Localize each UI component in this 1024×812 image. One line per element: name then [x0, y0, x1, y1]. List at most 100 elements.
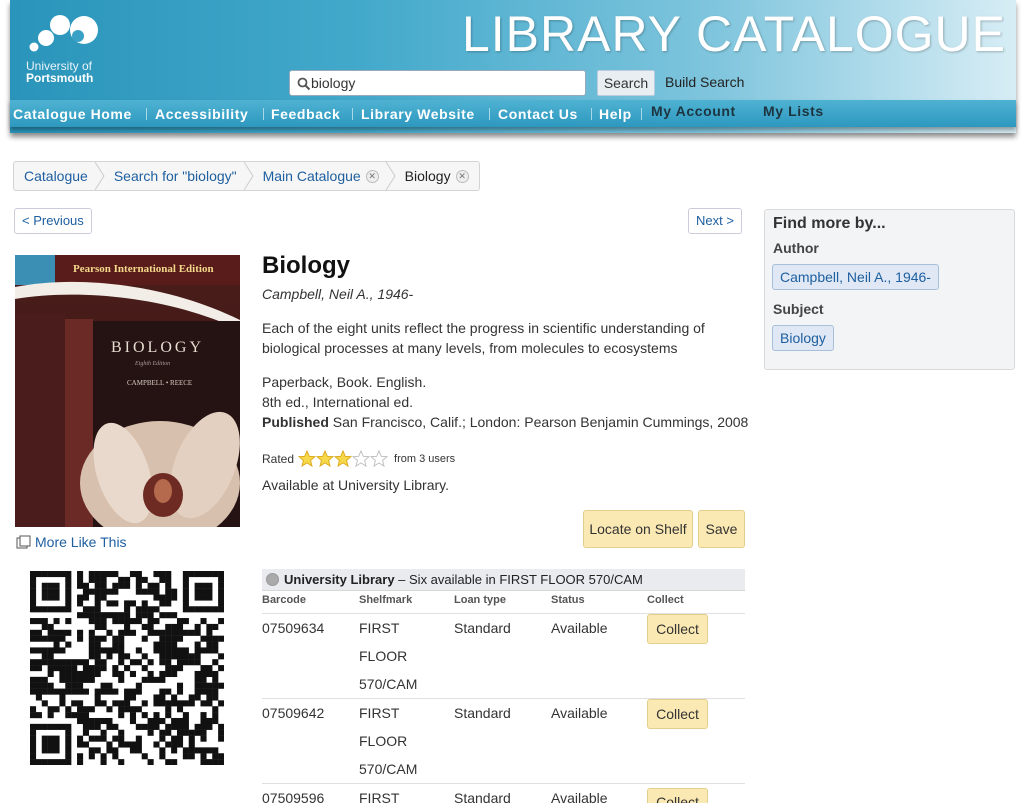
nav-my-account[interactable]: My Account: [651, 103, 736, 119]
logo-icon: [29, 15, 98, 52]
published-label: Published: [262, 414, 329, 430]
remove-filter-icon[interactable]: ✕: [365, 169, 379, 183]
find-more-panel: Find more by... Author Campbell, Neil A.…: [764, 209, 1015, 370]
collect-button[interactable]: Collect: [647, 788, 708, 803]
record-summary: Each of the eight units reflect the prog…: [262, 320, 705, 356]
breadcrumb-catalogue[interactable]: Catalogue: [14, 162, 105, 190]
record-edition: 8th ed., International ed.: [262, 394, 413, 410]
remove-filter-icon[interactable]: ✕: [455, 169, 469, 183]
nav-feedback[interactable]: Feedback: [271, 106, 340, 122]
nav-divider: [263, 108, 264, 120]
star-empty-icon[interactable]: [352, 450, 371, 467]
breadcrumb-label: Catalogue: [24, 168, 88, 184]
column-barcode: Barcode: [262, 594, 307, 606]
cell-barcode: 07509642: [262, 705, 325, 721]
record-published: Published San Francisco, Calif.; London:…: [262, 412, 748, 432]
table-row: 07509634 FIRST FLOOR 570/CAM Standard Av…: [262, 613, 745, 698]
nav-divider: [489, 108, 490, 120]
university-logo[interactable]: University of Portsmouth: [24, 14, 124, 85]
subject-chip[interactable]: Biology: [772, 325, 834, 351]
star-filled-icon[interactable]: [334, 450, 353, 467]
breadcrumb-label: Main Catalogue: [262, 168, 361, 184]
search-input[interactable]: [311, 73, 579, 93]
rating: Rated from 3 users: [262, 450, 455, 467]
holdings-summary: – Six available in FIRST FLOOR 570/CAM: [398, 572, 643, 587]
cell-shelfmark-2: FLOOR: [359, 648, 408, 664]
nav-contact-us[interactable]: Contact Us: [498, 106, 578, 122]
cover-edition: Eighth Edition: [135, 361, 171, 367]
search-icon: [297, 77, 311, 91]
column-status: Status: [551, 594, 585, 606]
nav-divider: [146, 108, 147, 120]
cell-barcode: 07509634: [262, 620, 325, 636]
breadcrumb-label: Search for "biology": [113, 168, 237, 184]
previous-button[interactable]: < Previous: [14, 208, 92, 234]
published-value: San Francisco, Calif.; London: Pearson B…: [332, 414, 749, 430]
more-like-this-link[interactable]: More Like This: [16, 534, 127, 550]
cell-loan-type: Standard: [454, 705, 511, 721]
cell-status: Available: [551, 620, 608, 636]
save-button[interactable]: Save: [698, 510, 745, 548]
star-filled-icon[interactable]: [316, 450, 335, 467]
availability-text: Available at University Library.: [262, 477, 450, 493]
column-collect: Collect: [647, 594, 684, 606]
star-empty-icon[interactable]: [370, 450, 389, 467]
cell-loan-type: Standard: [454, 790, 511, 806]
copy-icon: [16, 535, 31, 549]
star-filled-icon[interactable]: [298, 450, 317, 467]
search-button[interactable]: Search: [597, 70, 655, 96]
nav-divider: [641, 108, 642, 120]
site-header: University of Portsmouth LIBRARY CATALOG…: [10, 0, 1016, 133]
cell-shelfmark-1: FIRST: [359, 705, 400, 721]
rating-label: Rated: [262, 451, 295, 466]
cell-loan-type: Standard: [454, 620, 511, 636]
book-cover: Pearson International Edition BIOLOGY Ei…: [15, 255, 240, 527]
more-like-this-label: More Like This: [35, 534, 127, 550]
record-author[interactable]: Campbell, Neil A., 1946-: [262, 286, 413, 302]
cell-shelfmark-1: FIRST: [359, 620, 400, 636]
nav-my-lists[interactable]: My Lists: [763, 103, 824, 119]
nav-divider: [591, 108, 592, 120]
breadcrumb-biology: Biology ✕: [395, 162, 479, 190]
collapse-icon[interactable]: [266, 573, 279, 586]
locate-on-shelf-button[interactable]: Locate on Shelf: [583, 510, 693, 548]
record-details: Paperback, Book. English. 8th ed., Inter…: [262, 372, 748, 432]
cover-book-title: BIOLOGY: [111, 339, 204, 356]
table-row: 07509596 FIRST Standard Available Collec…: [262, 783, 745, 806]
cell-status: Available: [551, 790, 608, 806]
holdings-library: University Library: [284, 572, 395, 587]
holdings-header[interactable]: University Library – Six available in FI…: [262, 569, 745, 591]
cell-status: Available: [551, 705, 608, 721]
breadcrumb: Catalogue Search for "biology" Main Cata…: [13, 161, 480, 191]
rating-stars[interactable]: [298, 450, 389, 467]
breadcrumb-search[interactable]: Search for "biology": [104, 162, 254, 190]
nav-help[interactable]: Help: [599, 106, 632, 122]
find-more-title: Find more by...: [773, 215, 886, 232]
record-format: Paperback, Book. English.: [262, 374, 427, 390]
rating-count: from 3 users: [394, 452, 456, 465]
cell-shelfmark-3: 570/CAM: [359, 676, 418, 692]
cell-shelfmark-3: 570/CAM: [359, 761, 418, 777]
collect-button[interactable]: Collect: [647, 699, 708, 729]
cover-authors: CAMPBELL • REECE: [127, 379, 193, 387]
nav-library-website[interactable]: Library Website: [361, 106, 475, 122]
cover-edition-banner: Pearson International Edition: [73, 263, 214, 275]
breadcrumb-main-catalogue[interactable]: Main Catalogue ✕: [253, 162, 396, 190]
record-title: Biology: [262, 252, 350, 279]
cell-shelfmark-2: FLOOR: [359, 733, 408, 749]
column-shelfmark: Shelfmark: [359, 594, 413, 606]
collect-button[interactable]: Collect: [647, 614, 708, 644]
next-button[interactable]: Next >: [688, 208, 742, 234]
author-heading: Author: [773, 240, 819, 256]
nav-catalogue-home[interactable]: Catalogue Home: [13, 106, 132, 122]
search-field[interactable]: [289, 70, 586, 96]
author-chip[interactable]: Campbell, Neil A., 1946-: [772, 264, 939, 290]
breadcrumb-label: Biology: [404, 168, 451, 184]
nav-accessibility[interactable]: Accessibility: [155, 106, 248, 122]
main-nav: Catalogue Home Accessibility Feedback Li…: [10, 100, 1016, 127]
subject-heading: Subject: [773, 301, 824, 317]
table-row: 07509642 FIRST FLOOR 570/CAM Standard Av…: [262, 698, 745, 783]
cell-barcode: 07509596: [262, 790, 325, 806]
column-loan-type: Loan type: [454, 594, 506, 606]
build-search-link[interactable]: Build Search: [665, 73, 744, 91]
